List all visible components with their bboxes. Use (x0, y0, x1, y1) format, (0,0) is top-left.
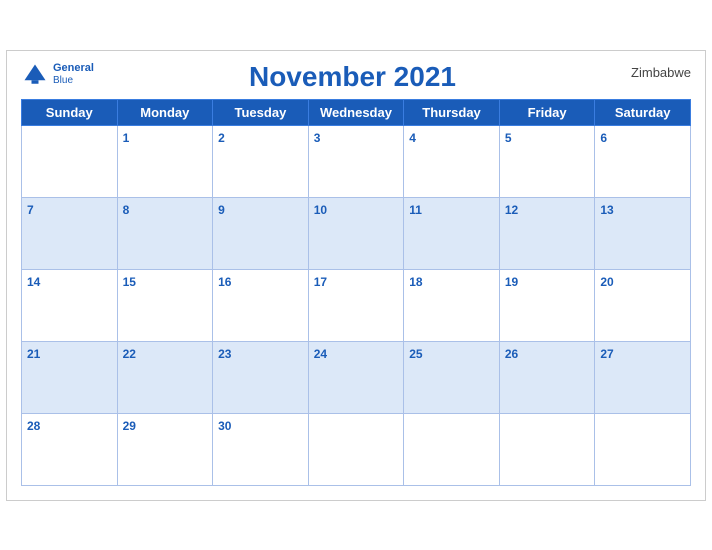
logo-general: General (53, 62, 94, 74)
calendar-cell: 9 (213, 197, 309, 269)
day-number: 21 (27, 347, 40, 361)
calendar-week-row: 1 2 3 4 5 6 (22, 125, 691, 197)
calendar-cell: 8 (117, 197, 213, 269)
day-number: 8 (123, 203, 130, 217)
header-saturday: Saturday (595, 99, 691, 125)
calendar-cell: 20 (595, 269, 691, 341)
calendar-cell: 23 (213, 341, 309, 413)
day-number: 22 (123, 347, 136, 361)
day-number: 16 (218, 275, 231, 289)
calendar-cell: 2 (213, 125, 309, 197)
calendar-cell: 15 (117, 269, 213, 341)
day-number: 18 (409, 275, 422, 289)
day-number: 28 (27, 419, 40, 433)
calendar-cell (308, 413, 404, 485)
country-label: Zimbabwe (611, 61, 691, 80)
day-number: 24 (314, 347, 327, 361)
logo-area: General Blue (21, 61, 94, 89)
header-tuesday: Tuesday (213, 99, 309, 125)
header-wednesday: Wednesday (308, 99, 404, 125)
calendar-cell: 24 (308, 341, 404, 413)
calendar-cell: 17 (308, 269, 404, 341)
calendar-cell: 30 (213, 413, 309, 485)
calendar: General Blue November 2021 Zimbabwe Sund… (6, 50, 706, 501)
calendar-week-row: 21 22 23 24 25 26 27 (22, 341, 691, 413)
calendar-cell: 16 (213, 269, 309, 341)
day-number: 29 (123, 419, 136, 433)
calendar-table: Sunday Monday Tuesday Wednesday Thursday… (21, 99, 691, 486)
calendar-cell: 13 (595, 197, 691, 269)
day-number: 20 (600, 275, 613, 289)
header-monday: Monday (117, 99, 213, 125)
calendar-cell (499, 413, 595, 485)
day-number: 12 (505, 203, 518, 217)
calendar-cell: 4 (404, 125, 500, 197)
calendar-cell: 3 (308, 125, 404, 197)
calendar-header: General Blue November 2021 Zimbabwe (21, 61, 691, 93)
logo-icon (21, 61, 49, 89)
day-number: 3 (314, 131, 321, 145)
day-number: 6 (600, 131, 607, 145)
calendar-week-row: 7 8 9 10 11 12 13 (22, 197, 691, 269)
calendar-cell: 1 (117, 125, 213, 197)
weekday-header-row: Sunday Monday Tuesday Wednesday Thursday… (22, 99, 691, 125)
day-number: 4 (409, 131, 416, 145)
day-number: 2 (218, 131, 225, 145)
day-number: 11 (409, 203, 422, 217)
calendar-cell: 26 (499, 341, 595, 413)
day-number: 25 (409, 347, 422, 361)
calendar-cell (595, 413, 691, 485)
calendar-week-row: 14 15 16 17 18 19 20 (22, 269, 691, 341)
calendar-cell: 6 (595, 125, 691, 197)
day-number: 10 (314, 203, 327, 217)
calendar-cell: 10 (308, 197, 404, 269)
header-thursday: Thursday (404, 99, 500, 125)
calendar-cell: 21 (22, 341, 118, 413)
calendar-cell (404, 413, 500, 485)
calendar-cell (22, 125, 118, 197)
day-number: 5 (505, 131, 512, 145)
calendar-cell: 22 (117, 341, 213, 413)
day-number: 26 (505, 347, 518, 361)
day-number: 17 (314, 275, 327, 289)
logo-blue: Blue (53, 75, 94, 87)
day-number: 23 (218, 347, 231, 361)
day-number: 13 (600, 203, 613, 217)
calendar-cell: 7 (22, 197, 118, 269)
calendar-cell: 18 (404, 269, 500, 341)
calendar-week-row: 28 29 30 (22, 413, 691, 485)
calendar-cell: 27 (595, 341, 691, 413)
day-number: 27 (600, 347, 613, 361)
calendar-cell: 29 (117, 413, 213, 485)
day-number: 30 (218, 419, 231, 433)
day-number: 15 (123, 275, 136, 289)
day-number: 1 (123, 131, 130, 145)
calendar-cell: 14 (22, 269, 118, 341)
calendar-cell: 25 (404, 341, 500, 413)
calendar-cell: 19 (499, 269, 595, 341)
day-number: 7 (27, 203, 34, 217)
header-friday: Friday (499, 99, 595, 125)
day-number: 14 (27, 275, 40, 289)
calendar-cell: 11 (404, 197, 500, 269)
calendar-cell: 5 (499, 125, 595, 197)
day-number: 9 (218, 203, 225, 217)
calendar-cell: 12 (499, 197, 595, 269)
header-sunday: Sunday (22, 99, 118, 125)
month-title: November 2021 (94, 61, 611, 93)
calendar-cell: 28 (22, 413, 118, 485)
day-number: 19 (505, 275, 518, 289)
